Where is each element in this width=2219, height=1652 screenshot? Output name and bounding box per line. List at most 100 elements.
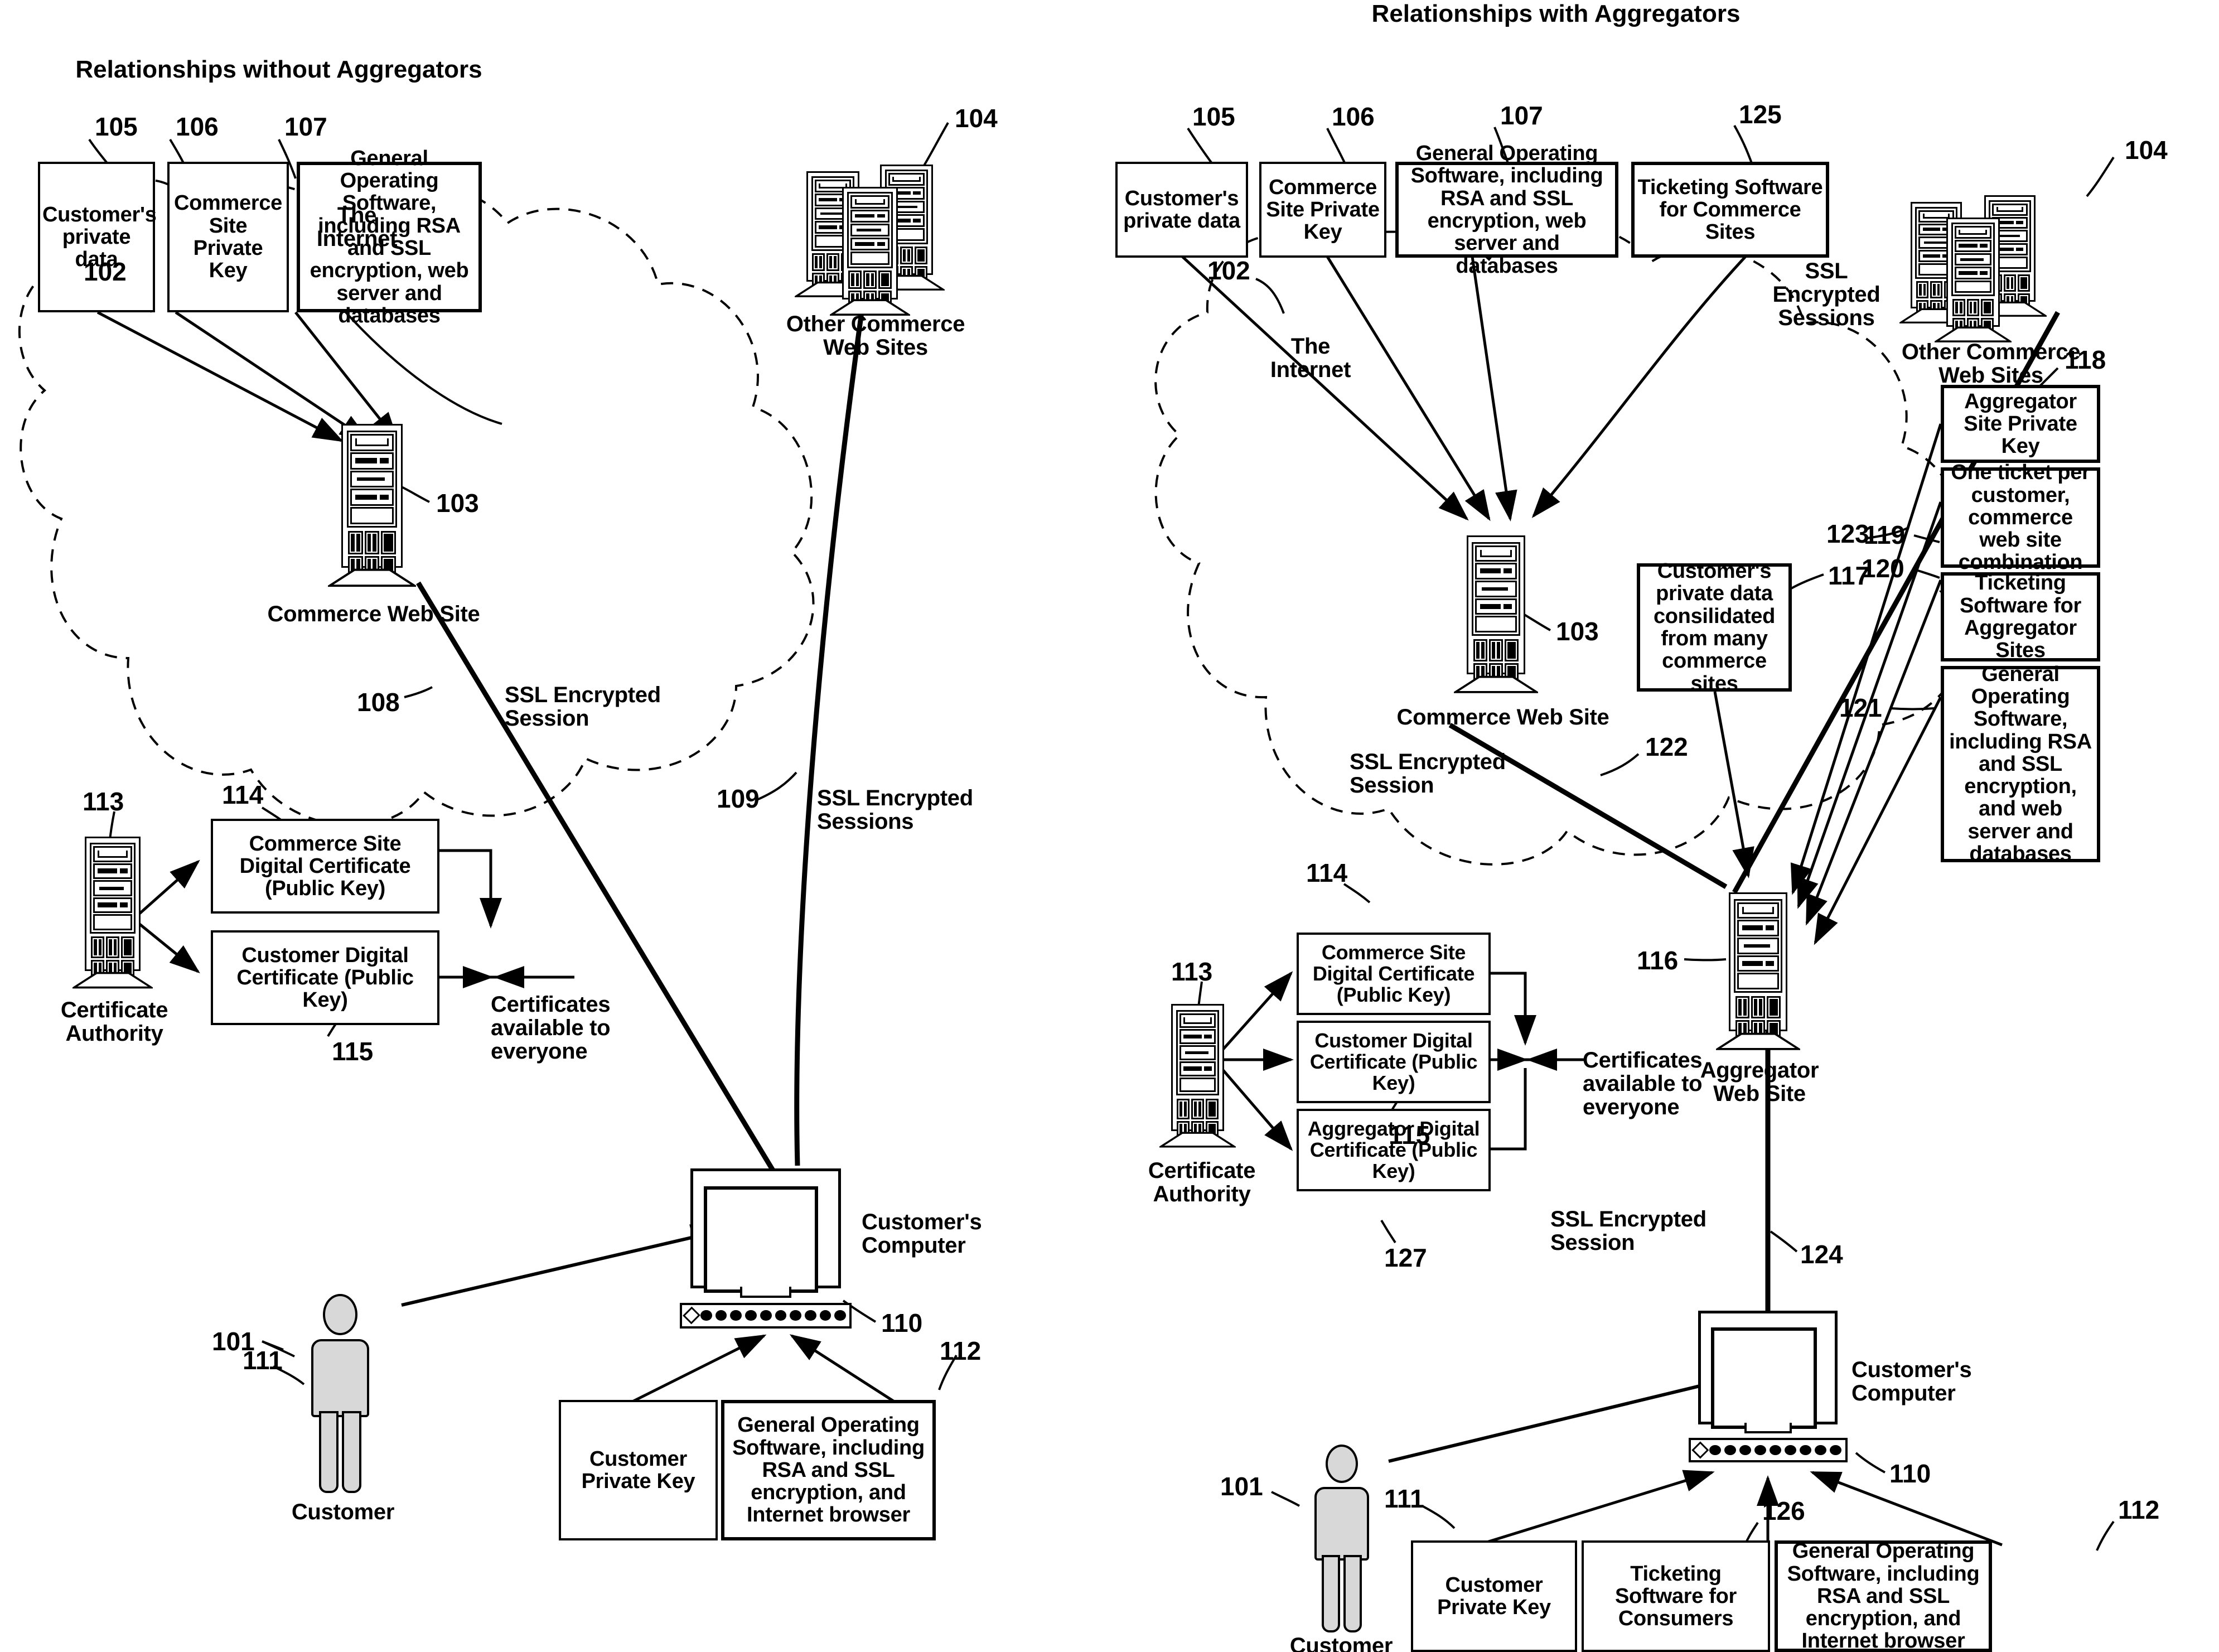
box-114-commerce-site-digital-certificate-right: Commerce Site Digital Certificate (Publi… [1297, 933, 1491, 1015]
commerce-web-site-server-icon-right [1453, 535, 1539, 697]
label-other-commerce-web-sites-left: Other Commerce Web Sites [786, 312, 965, 360]
label-ssl-encrypted-session-lower-right: SSL Encrypted Session [1550, 1207, 1706, 1255]
left-diagram-title: Relationships without Aggregators [75, 56, 482, 83]
server-base-icon [72, 972, 153, 989]
ref-112-left: 112 [940, 1336, 982, 1365]
ref-111-right: 111 [1384, 1484, 1424, 1513]
keyboard-led-icon [1691, 1441, 1709, 1459]
label-ssl-encrypted-sessions-left: SSL Encrypted Sessions [817, 786, 973, 834]
ref-126-right: 126 [1762, 1496, 1805, 1525]
label-certificates-available-right: Certificates available to everyone [1583, 1048, 1703, 1119]
label-other-commerce-web-sites-right: Other Commerce Web Sites [1901, 340, 2081, 388]
label-commerce-web-site-left: Commerce Web Site [267, 602, 480, 626]
ref-120-right: 120 [1862, 554, 1904, 583]
ref-109-left: 109 [717, 784, 760, 813]
ssl-session-108-line [416, 581, 777, 1176]
ref-118-right: 118 [2065, 345, 2106, 374]
other-server-front [830, 187, 910, 318]
box-111-customer-private-key-right: Customer Private Key [1411, 1540, 1577, 1652]
ref-113-right: 113 [1171, 957, 1213, 986]
label-the-internet-left: The Internet [316, 203, 398, 251]
label-certificates-available-left: Certificates available to everyone [491, 992, 611, 1064]
ref-103-left: 103 [436, 489, 479, 518]
customers-computer-icon-right [1688, 1311, 1848, 1464]
box-112-general-operating-software-client-right: General Operating Software, including RS… [1775, 1540, 1992, 1652]
box-118-aggregator-site-private-key: Aggregator Site Private Key [1941, 385, 2100, 463]
customer-person-icon-right [1305, 1445, 1379, 1632]
label-ssl-encrypted-sessions-right: SSL Encrypted Sessions [1772, 259, 1880, 330]
label-customers-computer-right: Customer's Computer [1851, 1358, 1972, 1405]
box-125-ticketing-software-commerce-sites: Ticketing Software for Commerce Sites [1631, 162, 1829, 258]
label-customers-computer-left: Customer's Computer [862, 1210, 982, 1258]
ref-112-right: 112 [2118, 1495, 2160, 1524]
certificate-authority-server-icon [72, 837, 153, 993]
other-server-front [1934, 218, 2012, 345]
box-119-one-ticket-per-customer: One ticket per customer, commerce web si… [1941, 461, 2100, 574]
other-commerce-web-sites-icon-group [795, 165, 947, 316]
ref-107-right: 107 [1500, 101, 1543, 130]
ref-125-right: 125 [1739, 100, 1782, 129]
ref-108-left: 108 [357, 688, 400, 717]
aggregator-web-site-server-icon [1715, 892, 1801, 1054]
label-the-internet-right: The Internet [1270, 334, 1351, 382]
patent-figure-page: Relationships without Aggregators Custom… [0, 0, 2219, 1652]
label-commerce-web-site-right: Commerce Web Site [1396, 705, 1609, 730]
box-117-consolidated-private-data: Customer's private data consilidated fro… [1637, 560, 1792, 695]
label-customer-left: Customer [291, 1500, 395, 1524]
ref-119-right: 119 [1864, 520, 1906, 549]
ref-101-right: 101 [1220, 1472, 1263, 1501]
ref-104-right: 104 [2125, 136, 2168, 165]
server-base-icon [327, 568, 417, 587]
ref-114-left: 114 [222, 780, 264, 809]
label-customer-right: Customer [1289, 1634, 1393, 1652]
box-126-ticketing-software-consumers: Ticketing Software for Consumers [1582, 1540, 1770, 1652]
keyboard-keys-icon [1709, 1445, 1842, 1456]
right-diagram-title: Relationships with Aggregators [1371, 0, 1741, 27]
ref-113-left: 113 [83, 787, 124, 816]
ref-110-right: 110 [1889, 1459, 1931, 1488]
ref-110-left: 110 [881, 1308, 923, 1337]
ref-102-left: 102 [84, 257, 127, 286]
certificate-authority-server-icon-right [1159, 1004, 1236, 1152]
box-120-ticketing-software-aggregator-sites: Ticketing Software for Aggregator Sites [1941, 572, 2100, 661]
other-commerce-web-sites-icon-group-right [1899, 195, 2052, 342]
keyboard-keys-icon [700, 1310, 846, 1321]
box-107-general-operating-software-right: General Operating Software, including RS… [1395, 142, 1618, 277]
ref-102-right: 102 [1207, 256, 1250, 285]
box-105-customers-private-data-right: Customer's private data [1115, 162, 1248, 258]
ref-121-right: 121 [1839, 693, 1882, 722]
ref-104-left: 104 [955, 104, 998, 133]
box-112-general-operating-software-client: General Operating Software, including RS… [721, 1400, 936, 1540]
ref-101-left: 101 [212, 1327, 255, 1356]
box-106-commerce-site-private-key: Commerce Site Private Key [167, 162, 289, 312]
label-certificate-authority-left: Certificate Authority [60, 998, 168, 1046]
box-115-customer-digital-certificate-right: Customer Digital Certificate (Public Key… [1297, 1021, 1491, 1103]
box-105-customers-private-data: Customer's private data [38, 162, 157, 312]
commerce-web-site-server-icon [327, 424, 417, 591]
ref-105-left: 105 [95, 112, 138, 141]
label-ssl-encrypted-session-upper-right: SSL Encrypted Session [1350, 750, 1506, 798]
box-114-commerce-site-digital-certificate: Commerce Site Digital Certificate (Publi… [211, 819, 439, 914]
ref-107-left: 107 [284, 112, 327, 141]
ref-122-right: 122 [1645, 732, 1688, 761]
ref-103-right: 103 [1556, 617, 1599, 646]
ref-106-left: 106 [176, 112, 219, 141]
box-121-general-operating-software-aggregator: General Operating Software, including RS… [1941, 663, 2100, 865]
box-111-customer-private-key: Customer Private Key [559, 1400, 718, 1540]
ref-106-right: 106 [1332, 102, 1375, 131]
ref-127-right: 127 [1384, 1243, 1427, 1272]
ref-114-right: 114 [1306, 858, 1348, 887]
label-ssl-encrypted-session-left: SSL Encrypted Session [505, 683, 661, 731]
label-certificate-authority-right: Certificate Authority [1148, 1158, 1256, 1206]
ref-123-right: 123 [1826, 519, 1869, 548]
keyboard-led-icon [683, 1306, 701, 1325]
ref-115-right: 115 [1389, 1120, 1430, 1149]
box-106-commerce-site-private-key-right: Commerce Site Private Key [1259, 162, 1386, 258]
ref-124-right: 124 [1800, 1240, 1843, 1269]
ssl-sessions-109-line [794, 312, 864, 1166]
box-115-customer-digital-certificate: Customer Digital Certificate (Public Key… [211, 930, 439, 1025]
customer-person-icon [301, 1294, 379, 1493]
ref-105-right: 105 [1192, 102, 1235, 131]
ref-115-left: 115 [332, 1037, 374, 1066]
ref-116-right: 116 [1637, 946, 1679, 975]
